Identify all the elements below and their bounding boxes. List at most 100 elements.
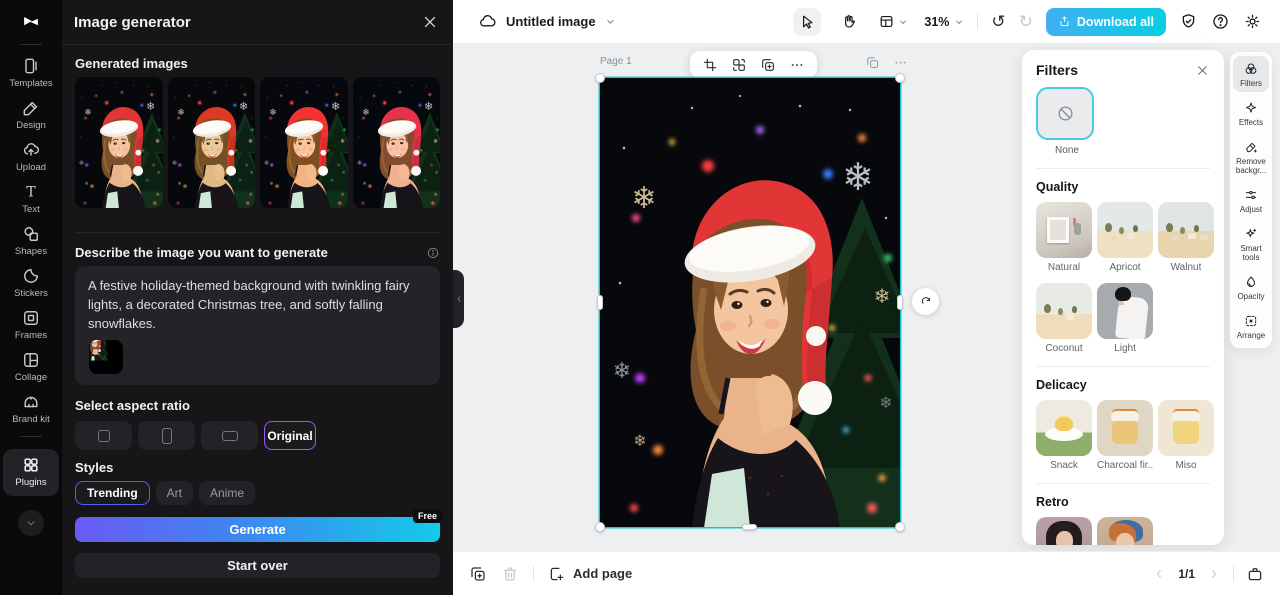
sidebar-item-collage[interactable]: Collage: [3, 350, 59, 384]
document-title-menu[interactable]: Untitled image: [478, 12, 616, 31]
filter-tile-none[interactable]: [1036, 87, 1094, 140]
filters-section-retro: Retro: [1036, 495, 1210, 509]
prompt-input[interactable]: A festive holiday-themed background with…: [75, 266, 440, 385]
settings-gear-icon[interactable]: [1243, 12, 1262, 31]
duplicate-icon[interactable]: [760, 57, 776, 73]
tool-adjust[interactable]: Adjust: [1233, 182, 1269, 218]
start-over-button[interactable]: Start over: [75, 553, 440, 578]
bottombar: Add page 1/1: [453, 551, 1280, 595]
sidebar-item-frames[interactable]: Frames: [3, 308, 59, 342]
style-chip-trending[interactable]: Trending: [75, 481, 150, 505]
filter-label: Miso: [1158, 460, 1214, 471]
generated-image-3[interactable]: [260, 77, 348, 208]
replace-icon[interactable]: [731, 57, 747, 73]
regenerate-button[interactable]: [912, 288, 939, 315]
tool-remove-background[interactable]: Remove backgr...: [1233, 134, 1269, 179]
filter-tile-apricot[interactable]: Apricot: [1097, 202, 1153, 273]
none-icon: [1056, 104, 1075, 123]
generated-image-1[interactable]: [75, 77, 163, 208]
resize-handle-top-right[interactable]: [895, 73, 905, 83]
brand-kit-icon: [21, 392, 41, 412]
page-more-icon[interactable]: [893, 55, 908, 70]
filter-thumb: [1097, 517, 1153, 545]
sidebar-item-text[interactable]: T Text: [3, 182, 59, 216]
more-icon[interactable]: [789, 57, 805, 73]
filter-label: Coconut: [1036, 343, 1092, 354]
cursor-icon: [799, 13, 816, 30]
filter-tile-charcoal-fir[interactable]: Charcoal fir...: [1097, 400, 1153, 471]
filter-tile-retro-2[interactable]: [1097, 517, 1153, 545]
sidebar-item-plugins[interactable]: Plugins: [3, 449, 59, 496]
next-page-icon[interactable]: [1207, 567, 1221, 581]
shapes-icon: [21, 224, 41, 244]
toolbar-divider: [977, 14, 978, 30]
tool-arrange[interactable]: Arrange: [1233, 308, 1269, 344]
present-icon[interactable]: [1246, 565, 1264, 583]
generated-image-4[interactable]: [353, 77, 441, 208]
download-all-button[interactable]: Download all: [1046, 8, 1166, 36]
sidebar-item-templates[interactable]: Templates: [3, 56, 59, 90]
zoom-control[interactable]: 31%: [924, 15, 964, 29]
aspect-original-button[interactable]: Original: [264, 421, 316, 450]
smart-tools-sparkle-icon: [1243, 226, 1259, 242]
duplicate-page-icon[interactable]: [865, 55, 880, 70]
resize-handle-bottom[interactable]: [742, 524, 757, 530]
filter-tile-walnut[interactable]: Walnut: [1158, 202, 1214, 273]
filter-tile-light[interactable]: Light: [1097, 283, 1153, 354]
sidebar-item-design[interactable]: Design: [3, 98, 59, 132]
rail-more-button[interactable]: [18, 510, 44, 536]
plugins-icon: [21, 455, 41, 475]
aspect-landscape-button[interactable]: [201, 421, 258, 450]
tool-smart-tools[interactable]: Smart tools: [1233, 221, 1269, 266]
aspect-portrait-button[interactable]: [138, 421, 195, 450]
layout-tool-button[interactable]: [875, 8, 911, 36]
tool-effects[interactable]: Effects: [1233, 95, 1269, 131]
capcut-logo[interactable]: [16, 9, 46, 35]
templates-icon: [21, 56, 41, 76]
resize-handle-top-left[interactable]: [595, 73, 605, 83]
panel-collapse-handle[interactable]: [453, 270, 464, 328]
crop-icon[interactable]: [702, 57, 718, 73]
shield-check-icon[interactable]: [1179, 12, 1198, 31]
filter-tile-coconut[interactable]: Coconut: [1036, 283, 1092, 354]
close-icon[interactable]: [421, 13, 439, 31]
help-icon[interactable]: [1211, 12, 1230, 31]
prompt-attachment-thumbnail[interactable]: [89, 340, 123, 374]
aspect-ratio-label: Select aspect ratio: [75, 398, 440, 414]
sidebar-item-label: Brand kit: [11, 415, 51, 426]
chevron-down-icon: [898, 17, 908, 27]
filter-tile-snack[interactable]: Snack: [1036, 400, 1092, 471]
resize-handle-bottom-left[interactable]: [595, 522, 605, 532]
sidebar-item-upload[interactable]: Upload: [3, 140, 59, 174]
filter-tile-natural[interactable]: Natural: [1036, 202, 1092, 273]
download-all-label: Download all: [1077, 15, 1154, 29]
sidebar-item-shapes[interactable]: Shapes: [3, 224, 59, 258]
resize-handle-bottom-right[interactable]: [895, 522, 905, 532]
generated-image-2[interactable]: [168, 77, 256, 208]
add-page-button[interactable]: Add page: [548, 565, 632, 583]
previous-page-icon[interactable]: [1152, 567, 1166, 581]
tool-opacity[interactable]: Opacity: [1233, 269, 1269, 305]
canvas-image[interactable]: [600, 78, 900, 527]
resize-handle-left[interactable]: [597, 295, 603, 310]
tool-label: Effects: [1239, 118, 1263, 127]
filter-tile-retro-1[interactable]: [1036, 517, 1092, 545]
tool-filters[interactable]: Filters: [1233, 56, 1269, 92]
redo-button[interactable]: ↻: [1019, 13, 1033, 30]
style-chip-anime[interactable]: Anime: [199, 481, 255, 505]
filter-tile-miso[interactable]: Miso: [1158, 400, 1214, 471]
sidebar-item-brand-kit[interactable]: Brand kit: [3, 392, 59, 426]
duplicate-page-icon[interactable]: [469, 565, 487, 583]
select-tool-button[interactable]: [793, 8, 821, 36]
tools-rail: Filters Effects Remove backgr... Adjust …: [1230, 52, 1272, 348]
delete-page-icon[interactable]: [501, 565, 519, 583]
style-chip-art[interactable]: Art: [156, 481, 193, 505]
resize-handle-right[interactable]: [897, 295, 903, 310]
undo-button[interactable]: ↺: [991, 13, 1005, 30]
hand-tool-button[interactable]: [834, 8, 862, 36]
close-icon[interactable]: [1195, 63, 1210, 78]
sidebar-item-stickers[interactable]: Stickers: [3, 266, 59, 300]
generate-button[interactable]: Generate: [75, 517, 440, 542]
aspect-square-button[interactable]: [75, 421, 132, 450]
info-icon[interactable]: [426, 246, 440, 260]
